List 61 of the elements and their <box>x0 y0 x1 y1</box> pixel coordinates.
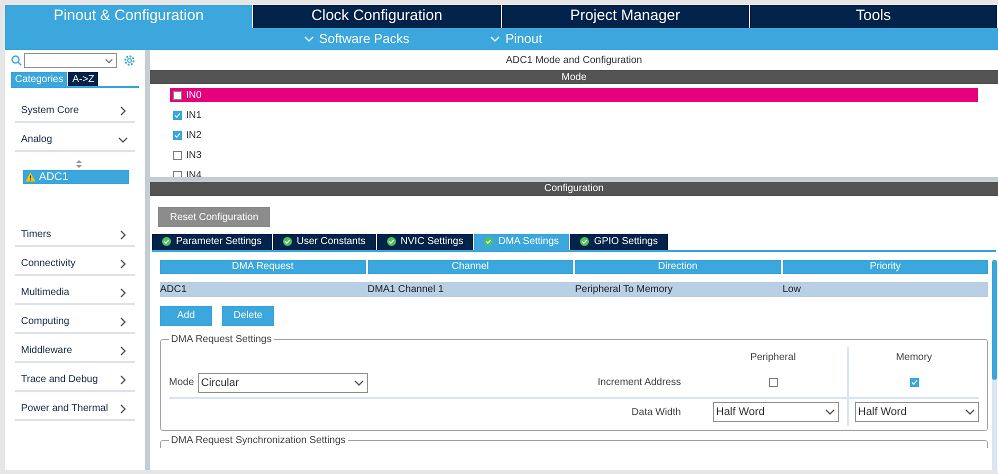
panel-title: ADC1 Mode and Configuration <box>504 54 644 68</box>
check-circle-icon <box>386 237 396 246</box>
field-label: Increment Address <box>598 376 681 390</box>
field-label: Data Width <box>632 406 681 420</box>
checkbox[interactable] <box>173 150 182 160</box>
column-header: Channel <box>368 260 573 274</box>
table-cell-text: DMA1 Channel 1 <box>368 282 445 297</box>
category-item[interactable]: Computing <box>15 305 135 334</box>
check-circle-icon <box>484 237 494 246</box>
checkbox[interactable] <box>173 130 182 140</box>
checkbox[interactable] <box>910 378 918 388</box>
top-tab[interactable]: Project Manager <box>502 5 750 28</box>
sort-icon <box>76 160 82 168</box>
table-cell-text: Peripheral To Memory <box>575 282 674 297</box>
search-field[interactable] <box>24 53 117 68</box>
settings-tab[interactable]: NVIC Settings <box>376 234 474 250</box>
category-item[interactable]: Connectivity <box>15 247 135 276</box>
category-item[interactable]: Timers <box>15 218 135 247</box>
check-circle-icon <box>580 237 589 246</box>
column-header: Priority <box>782 260 988 274</box>
section-header: Configuration <box>150 182 998 196</box>
group-title: DMA Request Synchronization Settings <box>170 434 347 448</box>
column-label: Memory <box>896 351 932 366</box>
gear-icon[interactable] <box>123 54 136 67</box>
category-item[interactable]: Analog <box>15 123 135 152</box>
category-item[interactable]: Multimedia <box>15 276 135 305</box>
field-label: Mode <box>169 376 194 390</box>
category-item[interactable]: Power and Thermal <box>15 392 135 421</box>
dropdown[interactable]: Half Word <box>855 402 979 422</box>
dropdown[interactable]: Half Word <box>713 402 839 422</box>
table-row[interactable]: ADC1 DMA1 Channel 1 Peripheral To Memory Low <box>160 282 988 297</box>
channel-row[interactable]: IN4 <box>170 168 978 178</box>
settings-tab[interactable]: GPIO Settings <box>570 234 668 250</box>
top-tab[interactable]: Clock Configuration <box>253 5 502 28</box>
dropdown[interactable]: Circular <box>198 372 368 393</box>
checkbox[interactable] <box>173 90 182 100</box>
settings-tab[interactable]: Parameter Settings <box>152 234 272 250</box>
group-title: DMA Request Settings <box>170 332 273 347</box>
channel-row[interactable]: IN1 <box>170 108 978 122</box>
view-tab[interactable]: A->Z <box>68 72 98 86</box>
settings-tab[interactable]: User Constants <box>272 234 376 250</box>
column-header: DMA Request <box>160 260 366 274</box>
category-item[interactable]: Middleware <box>15 334 135 363</box>
category-item[interactable]: Trace and Debug <box>15 363 135 392</box>
channel-row[interactable]: IN0 <box>170 88 978 102</box>
table-cell-text: ADC1 <box>160 282 188 297</box>
section-header: Mode <box>150 70 998 84</box>
channel-row[interactable]: IN3 <box>170 148 978 162</box>
channel-row[interactable]: IN2 <box>170 128 978 142</box>
search-icon <box>11 55 22 66</box>
category-item[interactable]: System Core <box>15 94 135 123</box>
check-circle-icon <box>162 237 171 246</box>
column-header: Direction <box>575 260 780 274</box>
checkbox[interactable] <box>173 170 182 178</box>
scrollbar[interactable] <box>992 260 997 470</box>
column-label: Peripheral <box>749 351 797 366</box>
checkbox[interactable] <box>768 378 778 388</box>
table-cell-text: Low <box>782 282 802 297</box>
checkbox[interactable] <box>173 110 182 120</box>
check-circle-icon <box>282 237 292 246</box>
top-tab[interactable]: Tools <box>750 5 998 28</box>
